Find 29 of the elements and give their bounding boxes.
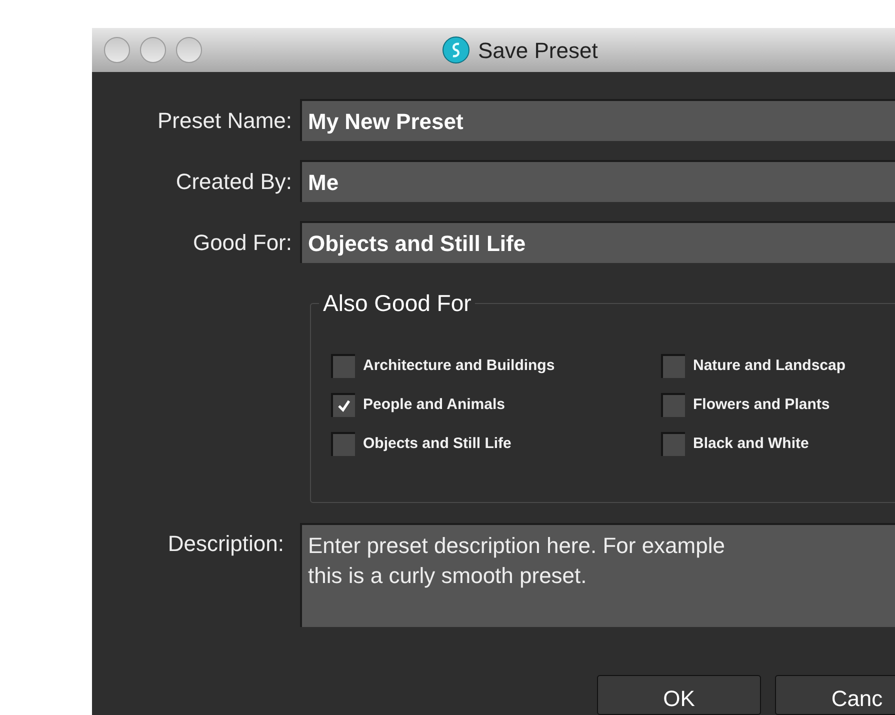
dialog-button[interactable]: Canc [775, 675, 895, 715]
app-icon [442, 36, 470, 64]
checkbox-label: Architecture and Buildings [363, 356, 555, 376]
text-field[interactable]: My New Preset [300, 99, 895, 141]
window-control-button[interactable] [104, 37, 130, 63]
checkbox[interactable] [661, 432, 685, 456]
description-field[interactable]: Enter preset description here. For example this is a curly smooth preset. [300, 523, 895, 627]
text-field[interactable]: Objects and Still Life [300, 221, 895, 263]
window-title: Save Preset [478, 36, 598, 64]
checkbox-label: Flowers and Plants [693, 394, 830, 415]
field-label: Description: [168, 530, 284, 558]
dialog-button[interactable]: OK [597, 675, 761, 715]
field-label: Preset Name: [158, 106, 292, 134]
checkbox[interactable] [331, 393, 355, 417]
checkbox-label: People and Animals [363, 394, 505, 415]
checkbox[interactable] [661, 354, 685, 378]
field-label: Created By: [176, 168, 292, 196]
checkbox-label: Black and White [693, 434, 809, 454]
window-control-button[interactable] [176, 37, 202, 63]
text-field[interactable]: Me [300, 160, 895, 202]
description-text: Enter preset description here. For example this is a curly smooth preset. [308, 532, 726, 590]
checkbox[interactable] [331, 432, 355, 456]
window-control-button[interactable] [140, 37, 166, 63]
checkbox-label: Objects and Still Life [363, 434, 512, 454]
checkbox[interactable] [331, 354, 355, 378]
field-label: Good For: [192, 228, 292, 256]
checkbox[interactable] [661, 393, 685, 417]
checkmark-icon [337, 399, 351, 413]
checkbox-label: Nature and Landscap [693, 356, 846, 376]
